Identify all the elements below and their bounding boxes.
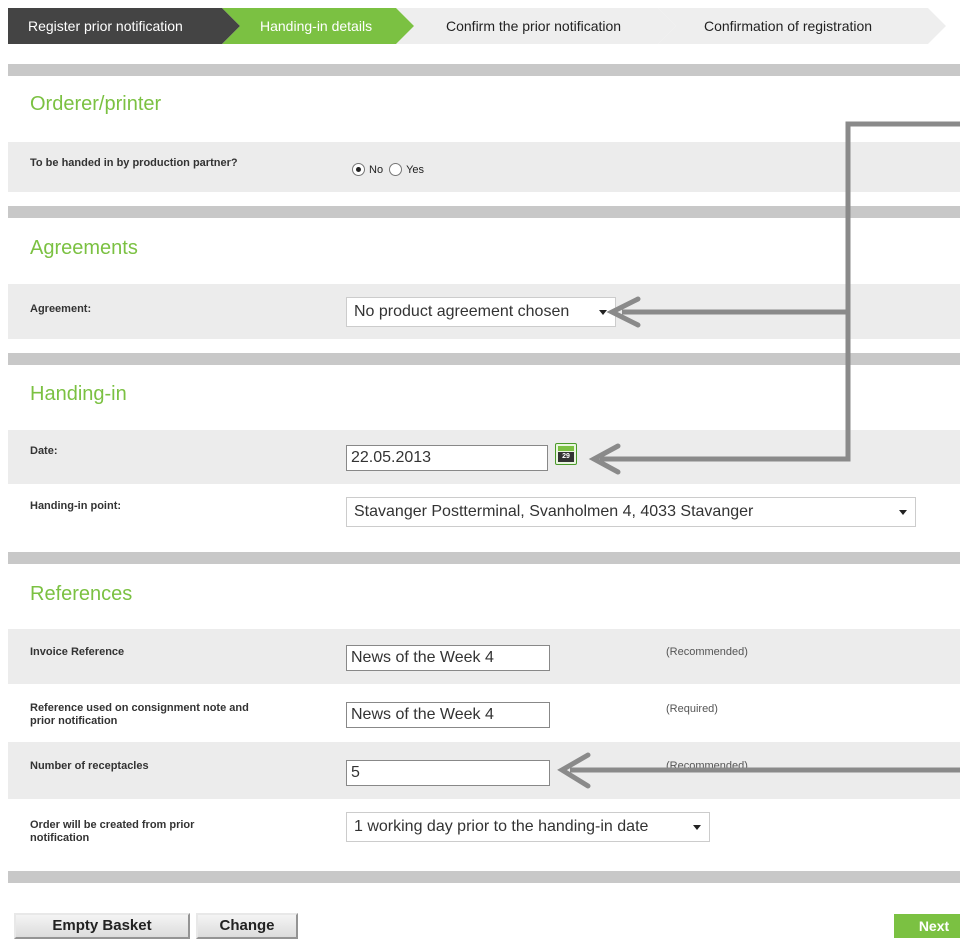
orderer-section-title: Orderer/printer <box>30 93 162 115</box>
change-button[interactable]: Change <box>196 913 298 939</box>
receptacles-input[interactable]: 5 <box>346 760 550 786</box>
handing-in-point-value: Stavanger Postterminal, Svanholmen 4, 40… <box>354 503 754 520</box>
order-creation-select[interactable]: 1 working day prior to the handing-in da… <box>346 812 710 842</box>
order-creation-label-line-1: Order will be created from prior <box>30 819 195 831</box>
agreements-section-title: Agreements <box>30 237 138 259</box>
production-partner-label: To be handed in by production partner? <box>30 157 238 169</box>
date-input[interactable]: 22.05.2013 <box>346 445 548 471</box>
handing-in-section-title: Handing-in <box>30 383 127 405</box>
production-partner-row: To be handed in by production partner? <box>8 142 960 192</box>
step-confirm-prior-notification[interactable]: Confirm the prior notification <box>396 8 676 44</box>
section-divider <box>8 353 960 365</box>
date-input-value: 22.05.2013 <box>351 449 432 466</box>
order-creation-value: 1 working day prior to the handing-in da… <box>354 818 649 835</box>
agreement-select[interactable]: No product agreement chosen <box>346 297 616 327</box>
consignment-reference-label-line-2: prior notification <box>30 715 118 727</box>
invoice-reference-value: News of the Week 4 <box>351 649 494 666</box>
step-confirmation-of-registration[interactable]: Confirmation of registration <box>658 8 946 44</box>
consignment-reference-input[interactable]: News of the Week 4 <box>346 702 550 728</box>
step-register-prior-notification[interactable]: Register prior notification <box>8 8 240 44</box>
production-partner-radio-group: No Yes <box>352 163 424 176</box>
radio-no-label: No <box>369 163 384 176</box>
order-creation-label-line-2: notification <box>30 832 90 844</box>
calendar-day: 29 <box>558 452 574 462</box>
order-creation-label: Order will be created from prior notific… <box>30 819 194 845</box>
chevron-down-icon <box>693 825 701 830</box>
receptacles-label: Number of receptacles <box>30 760 149 772</box>
receptacles-hint: (Recommended) <box>666 760 748 772</box>
date-label: Date: <box>30 445 58 457</box>
invoice-reference-label: Invoice Reference <box>30 646 125 658</box>
radio-no[interactable] <box>352 163 365 176</box>
radio-yes-label: Yes <box>406 163 425 176</box>
consignment-reference-label-line-1: Reference used on consignment note and <box>30 702 249 714</box>
empty-basket-button[interactable]: Empty Basket <box>14 913 190 939</box>
references-section-title: References <box>30 583 133 605</box>
consignment-reference-value: News of the Week 4 <box>351 706 494 723</box>
consignment-reference-label: Reference used on consignment note and p… <box>30 702 249 728</box>
next-button[interactable]: Next <box>894 914 960 938</box>
step-navigation: Register prior notification Handing-in d… <box>8 8 960 44</box>
invoice-reference-hint: (Recommended) <box>666 646 748 658</box>
chevron-down-icon <box>599 310 607 315</box>
agreement-select-value: No product agreement chosen <box>354 303 570 320</box>
calendar-icon[interactable]: 29 <box>555 443 577 465</box>
section-divider <box>8 871 960 883</box>
section-divider <box>8 552 960 564</box>
agreement-label: Agreement: <box>30 303 92 315</box>
handing-in-point-label: Handing-in point: <box>30 500 122 512</box>
radio-yes[interactable] <box>389 163 403 176</box>
step-handing-in-details[interactable]: Handing-in details <box>222 8 414 44</box>
chevron-down-icon <box>899 510 907 515</box>
section-divider <box>8 206 960 218</box>
invoice-reference-input[interactable]: News of the Week 4 <box>346 645 550 671</box>
section-divider <box>8 64 960 76</box>
handing-in-point-select[interactable]: Stavanger Postterminal, Svanholmen 4, 40… <box>346 497 916 527</box>
consignment-reference-hint: (Required) <box>666 703 718 715</box>
receptacles-value: 5 <box>351 764 360 781</box>
